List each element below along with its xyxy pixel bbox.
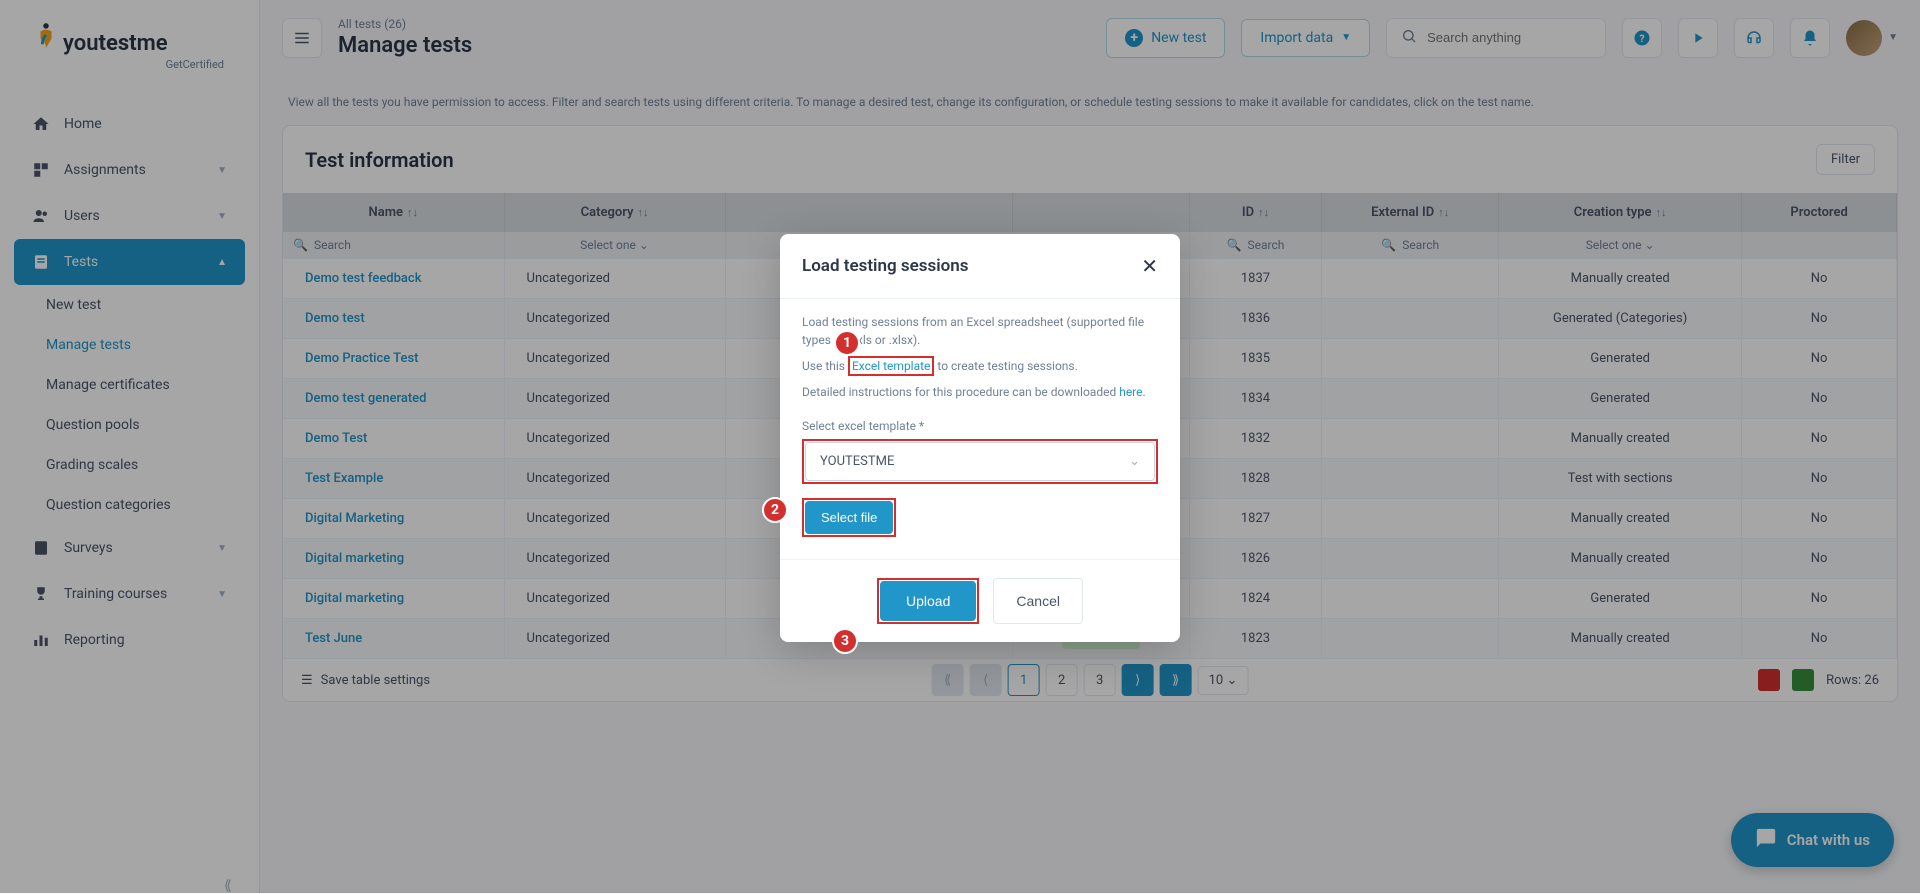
modal-title: Load testing sessions	[802, 256, 969, 276]
close-icon[interactable]: ✕	[1141, 254, 1158, 278]
excel-template-link[interactable]: Excel template	[848, 356, 934, 376]
select-template-label: Select excel template *	[802, 419, 1158, 433]
annotation-2: 2	[762, 497, 788, 523]
chevron-down-icon: ⌄	[1129, 454, 1140, 469]
modal-text-2: Use this Excel template to create testin…	[802, 357, 1158, 375]
annotation-1: 1	[834, 330, 860, 356]
modal-text-3: Detailed instructions for this procedure…	[802, 383, 1158, 401]
annotation-3: 3	[832, 628, 858, 654]
selected-value: YOUTESTME	[820, 454, 894, 469]
cancel-button[interactable]: Cancel	[993, 578, 1083, 624]
template-select[interactable]: YOUTESTME ⌄	[805, 442, 1155, 481]
load-sessions-modal: Load testing sessions ✕ Load testing ses…	[780, 234, 1180, 642]
instructions-link[interactable]: here	[1119, 385, 1142, 399]
upload-button[interactable]: Upload	[880, 581, 976, 621]
select-file-button[interactable]: Select file	[805, 501, 893, 534]
